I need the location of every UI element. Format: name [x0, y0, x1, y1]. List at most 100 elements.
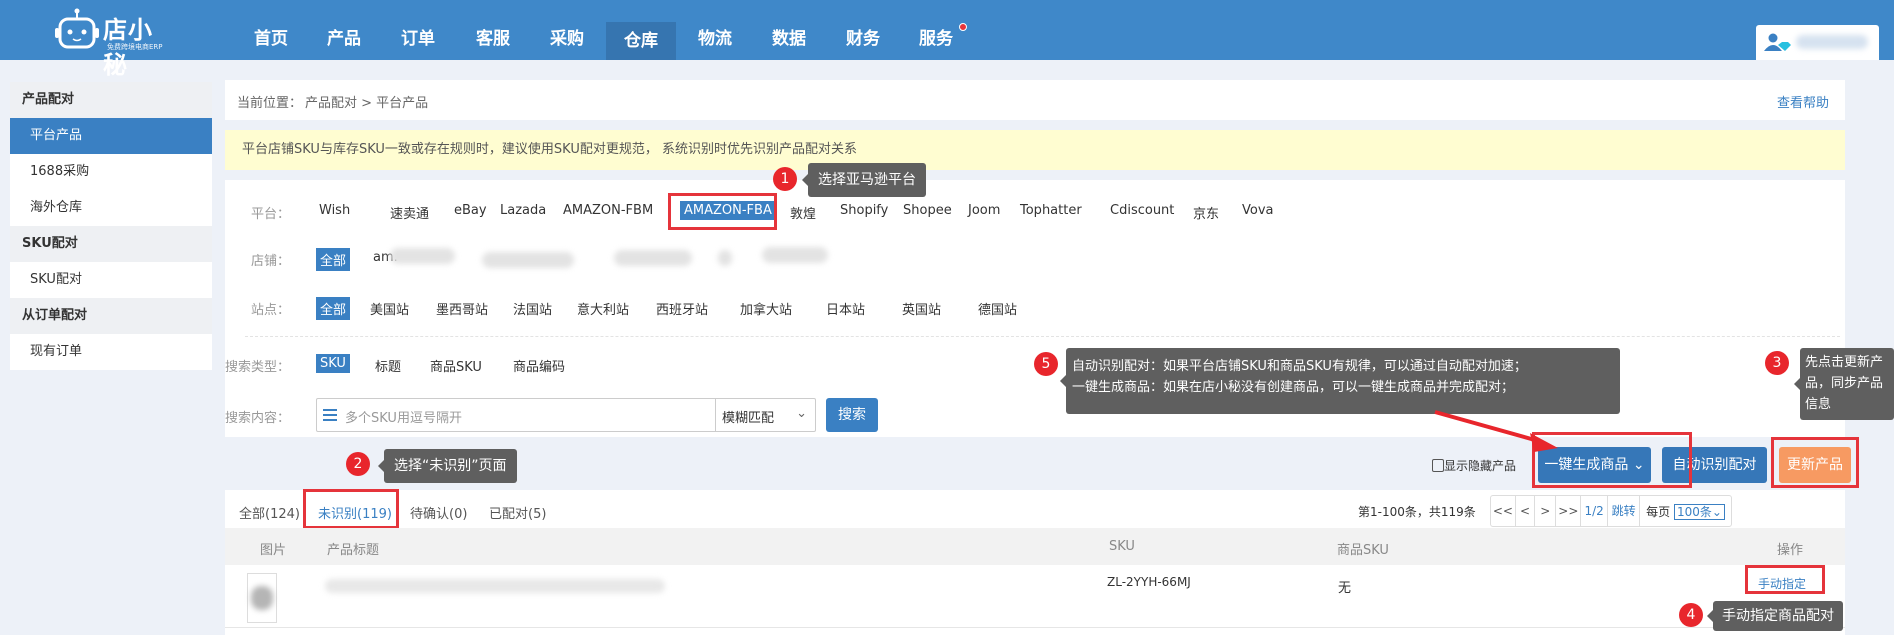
- show-hidden-checkbox[interactable]: 显示隐藏产品: [1432, 457, 1516, 474]
- platform-lazada[interactable]: Lazada: [500, 203, 546, 218]
- annotation-tip-1: 选择亚马逊平台: [802, 163, 926, 197]
- site-item[interactable]: 日本站: [826, 299, 865, 318]
- platform--[interactable]: 京东: [1193, 203, 1219, 222]
- highlight-unrecognized-tab: [303, 489, 399, 529]
- nav-service[interactable]: 客服: [458, 0, 528, 60]
- search-type-sku[interactable]: SKU: [316, 354, 350, 373]
- platform-wish[interactable]: Wish: [319, 203, 350, 218]
- nav-warehouse[interactable]: 仓库: [606, 22, 676, 60]
- platform-joom[interactable]: Joom: [968, 203, 1000, 218]
- match-mode-select[interactable]: 模糊匹配 ⌄: [715, 399, 815, 431]
- sidebar-item-sku-match[interactable]: SKU配对: [10, 262, 212, 298]
- breadcrumb-prefix: 当前位置：: [237, 96, 303, 111]
- user-menu[interactable]: [1756, 25, 1879, 60]
- nav-home[interactable]: 首页: [236, 0, 306, 60]
- help-link[interactable]: 查看帮助: [1777, 92, 1829, 111]
- annotation-badge-5: 5: [1034, 352, 1058, 376]
- platform-shopify[interactable]: Shopify: [840, 203, 888, 218]
- nav-purchase[interactable]: 采购: [532, 0, 602, 60]
- search-type-title[interactable]: 标题: [375, 356, 401, 375]
- platform-ebay[interactable]: eBay: [454, 203, 487, 218]
- jump-button[interactable]: 跳转: [1608, 496, 1641, 526]
- col-title: 产品标题: [327, 543, 380, 558]
- tip-5-line2: 一键生成商品：如果在店小秘没有创建商品，可以一键生成商品并完成配对；: [1072, 380, 1515, 395]
- sidebar-item-overseas[interactable]: 海外仓库: [10, 190, 212, 226]
- col-product-sku: 商品SKU: [1337, 543, 1389, 558]
- tab-all[interactable]: 全部(124): [239, 503, 300, 522]
- sidebar-item-1688[interactable]: 1688采购: [10, 154, 212, 190]
- tab-matched[interactable]: 已配对(5): [489, 503, 546, 522]
- annotation-tip-2: 选择“未识别”页面: [378, 449, 517, 483]
- last-page-button[interactable]: >>: [1556, 496, 1582, 526]
- product-title-blurred[interactable]: [325, 579, 665, 593]
- sidebar-group-sku-match: SKU配对: [10, 226, 212, 262]
- col-image: 图片: [260, 543, 287, 558]
- site-item[interactable]: 意大利站: [577, 299, 629, 318]
- store-blurred[interactable]: [762, 247, 828, 263]
- annotation-badge-2: 2: [346, 452, 370, 476]
- platform--[interactable]: 敦煌: [790, 203, 816, 222]
- sidebar-group-order-match: 从订单配对: [10, 298, 212, 334]
- site-item[interactable]: 美国站: [370, 299, 409, 318]
- nav-data[interactable]: 数据: [754, 0, 824, 60]
- store-all[interactable]: 全部: [316, 248, 351, 271]
- breadcrumb[interactable]: 产品配对 > 平台产品: [305, 92, 428, 111]
- sidebar-item-platform-products[interactable]: 平台产品: [10, 118, 212, 154]
- logo[interactable]: 店小秘 免费跨境电商ERP: [55, 8, 175, 79]
- divider: [245, 336, 1840, 337]
- platform-tophatter[interactable]: Tophatter: [1020, 203, 1082, 218]
- highlight-manual-assign: [1745, 565, 1825, 594]
- platform-vova[interactable]: Vova: [1242, 203, 1274, 218]
- site-item[interactable]: 英国站: [902, 299, 941, 318]
- site-item[interactable]: 西班牙站: [656, 299, 708, 318]
- annotation-tip-3: 先点击更新产品，同步产品信息: [1794, 348, 1894, 420]
- annotation-tip-4: 手动指定商品配对: [1707, 601, 1843, 631]
- site-item[interactable]: 德国站: [978, 299, 1017, 318]
- sidebar-item-existing-orders[interactable]: 现有订单: [10, 334, 212, 370]
- platform--[interactable]: 速卖通: [390, 203, 429, 222]
- thumbnail-blurred: [251, 586, 273, 610]
- site-item[interactable]: 法国站: [513, 299, 552, 318]
- search-type-product-sku[interactable]: 商品SKU: [430, 356, 482, 375]
- col-actions: 操作: [1777, 543, 1804, 558]
- nav-logistics[interactable]: 物流: [680, 0, 750, 60]
- search-input[interactable]: 多个SKU用逗号隔开 模糊匹配 ⌄: [316, 398, 816, 432]
- site-label: 站点：: [250, 303, 290, 318]
- store-blurred[interactable]: [390, 248, 455, 264]
- page-indicator[interactable]: 1/2: [1581, 496, 1608, 526]
- first-page-button[interactable]: <<: [1491, 496, 1516, 526]
- prev-page-button[interactable]: <: [1516, 496, 1536, 526]
- next-page-button[interactable]: >: [1535, 496, 1557, 526]
- username-blurred: [1796, 35, 1868, 49]
- annotation-badge-1: 1: [773, 167, 797, 191]
- breadcrumb-bar: 当前位置： 产品配对 > 平台产品 查看帮助: [225, 80, 1845, 120]
- search-type-code[interactable]: 商品编码: [513, 356, 565, 375]
- platform-amazon-fbm[interactable]: AMAZON-FBM: [563, 203, 653, 218]
- sku-value: ZL-2YYH-66MJ: [1107, 575, 1191, 589]
- per-page-select[interactable]: 100条⌄: [1674, 504, 1725, 520]
- annotation-badge-4: 4: [1679, 603, 1703, 627]
- sidebar-group-product-match: 产品配对: [10, 82, 212, 118]
- product-thumbnail[interactable]: [247, 573, 277, 623]
- nav-orders[interactable]: 订单: [383, 0, 453, 60]
- table-header: 图片 产品标题 SKU 商品SKU 操作: [225, 528, 1845, 565]
- platform-cdiscount[interactable]: Cdiscount: [1110, 203, 1174, 218]
- search-button[interactable]: 搜索: [826, 398, 878, 432]
- annotation-badge-3: 3: [1765, 351, 1789, 375]
- pagination: << < > >> 1/2 跳转 每页 100条⌄: [1490, 495, 1732, 527]
- store-blurred[interactable]: [614, 250, 692, 266]
- notification-dot: [959, 23, 967, 31]
- nav-finance[interactable]: 财务: [828, 0, 898, 60]
- platform-shopee[interactable]: Shopee: [903, 203, 952, 218]
- nav-products[interactable]: 产品: [309, 0, 379, 60]
- store-label: 店铺：: [250, 254, 290, 269]
- store-blurred[interactable]: [482, 252, 574, 268]
- highlight-update-button: [1771, 437, 1859, 488]
- store-blurred[interactable]: [718, 250, 732, 266]
- site-all[interactable]: 全部: [316, 297, 351, 320]
- list-icon: [323, 409, 337, 421]
- platform-label: 平台：: [250, 207, 290, 222]
- tab-pending[interactable]: 待确认(0): [410, 503, 467, 522]
- site-item[interactable]: 墨西哥站: [436, 299, 488, 318]
- site-item[interactable]: 加拿大站: [740, 299, 792, 318]
